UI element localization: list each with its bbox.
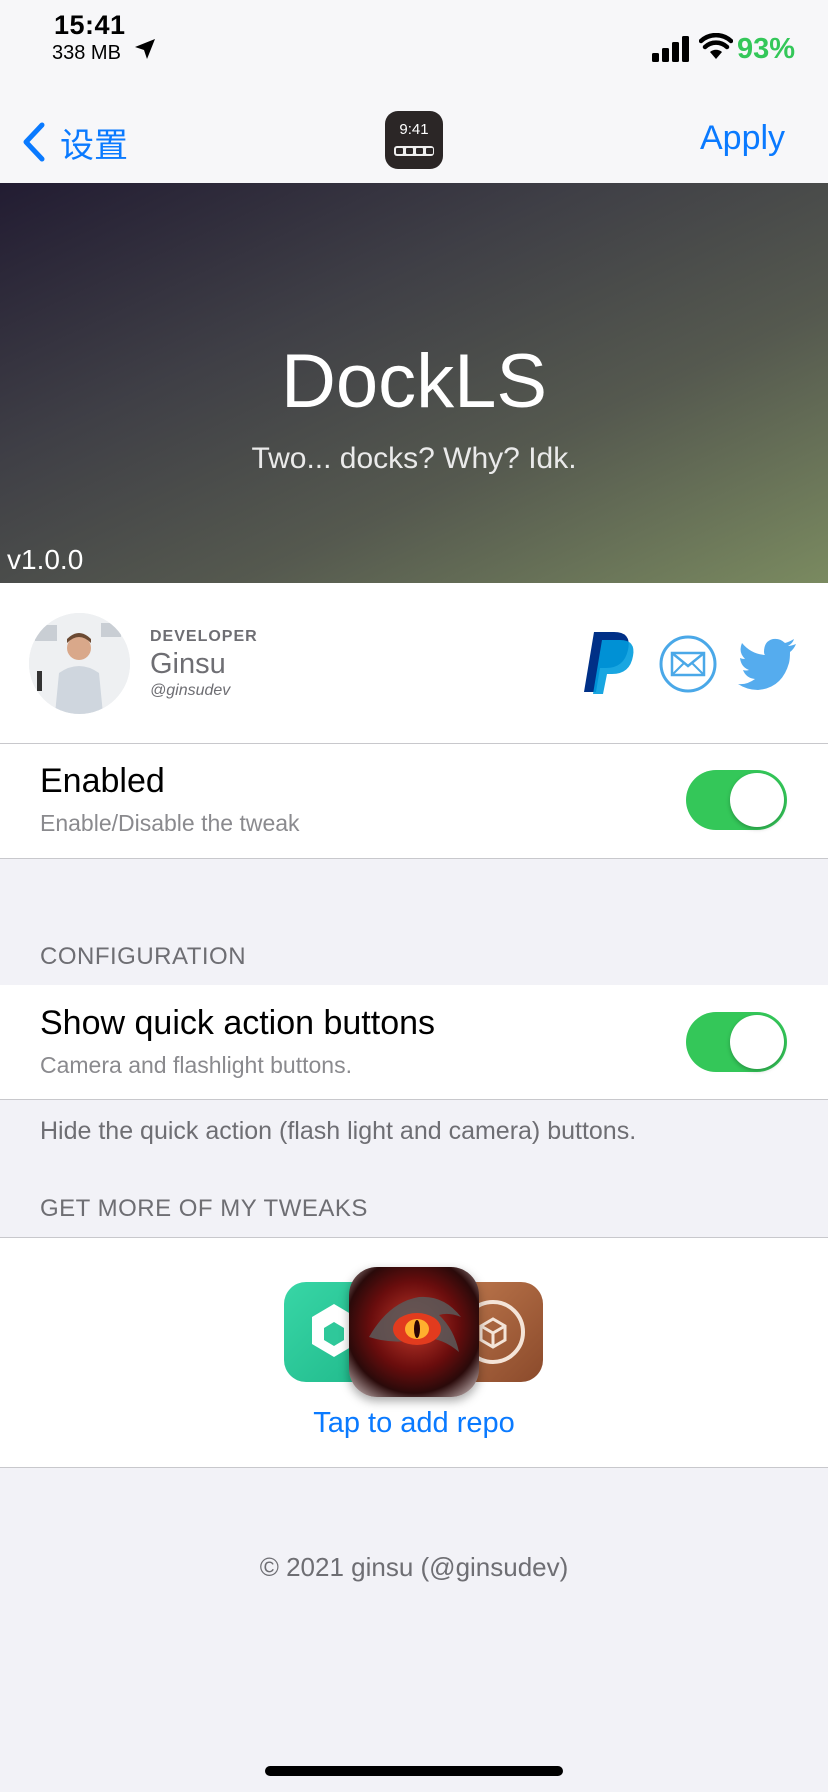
app-icon: 9:41 [385, 111, 443, 169]
dock-glyph-icon [394, 146, 434, 156]
paypal-icon[interactable] [580, 630, 636, 696]
tweak-subtitle: Two... docks? Why? Idk. [251, 442, 577, 475]
tweak-title: DockLS [280, 339, 548, 424]
enabled-toggle[interactable] [686, 770, 787, 830]
home-indicator[interactable] [265, 1766, 563, 1776]
quick-actions-subtitle: Camera and flashlight buttons. [40, 1052, 352, 1078]
version-label: v1.0.0 [7, 544, 84, 575]
status-memory: 338 MB [52, 42, 121, 64]
cellular-signal-icon [652, 36, 689, 62]
enabled-title: Enabled [40, 762, 165, 800]
back-button[interactable]: 设置 [22, 119, 128, 165]
quick-actions-title: Show quick action buttons [40, 1004, 436, 1042]
wifi-icon [699, 33, 733, 59]
status-time: 15:41 [54, 10, 126, 40]
configuration-header: CONFIGURATION [40, 943, 247, 970]
quick-actions-footer: Hide the quick action (flash light and c… [40, 1117, 637, 1145]
copyright-text: © 2021 ginsu (@ginsudev) [259, 1552, 569, 1582]
toggle-knob [730, 773, 784, 827]
developer-handle: @ginsudev [150, 682, 231, 699]
location-arrow-icon [135, 39, 155, 59]
developer-name: Ginsu [150, 648, 226, 680]
apply-button[interactable]: Apply [700, 119, 785, 158]
add-repo-link[interactable]: Tap to add repo [0, 1407, 828, 1440]
tweaks-header: GET MORE OF MY TWEAKS [40, 1195, 368, 1222]
app-icon-time: 9:41 [399, 121, 429, 138]
toggle-knob [730, 1015, 784, 1069]
avatar [29, 613, 130, 714]
twitter-icon[interactable] [738, 638, 798, 690]
quick-actions-toggle[interactable] [686, 1012, 787, 1072]
developer-caption: DEVELOPER [150, 628, 258, 645]
dragon-eye-icon[interactable] [349, 1267, 479, 1397]
enabled-subtitle: Enable/Disable the tweak [40, 810, 300, 836]
battery-percentage: 93% [737, 33, 796, 65]
chevron-left-icon [23, 122, 45, 162]
back-button-label: 设置 [60, 126, 128, 165]
mail-icon[interactable] [658, 634, 718, 694]
